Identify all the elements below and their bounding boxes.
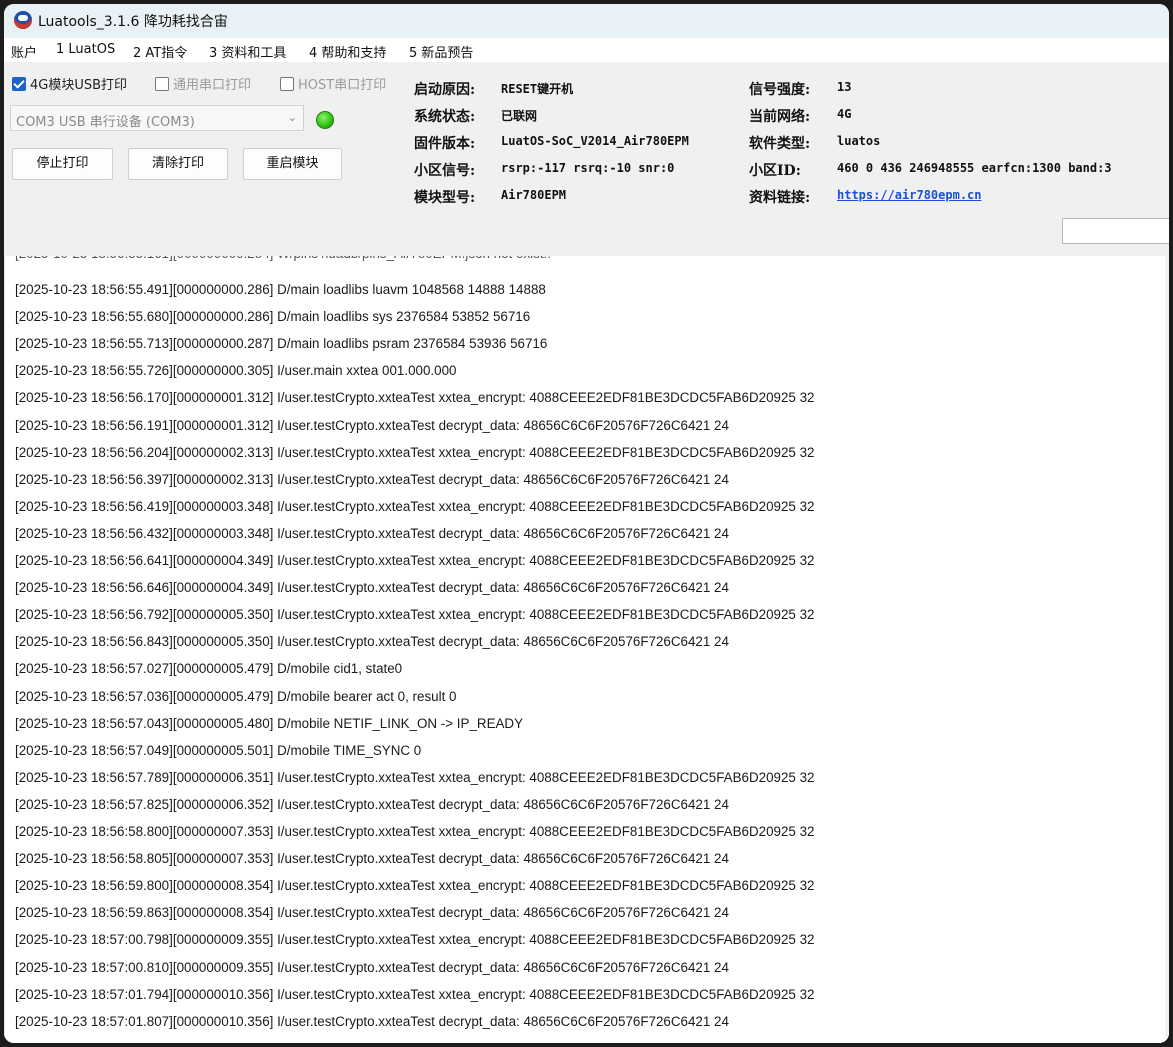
menu-at-commands[interactable]: 2 AT指令 [133,42,187,61]
log-line: [2025-10-23 18:56:56.641][000000004.349]… [15,553,815,568]
log-line: [2025-10-23 18:56:57.036][000000005.479]… [15,688,457,704]
current-network-label: 当前网络: [749,109,811,125]
log-line: [2025-10-23 18:56:56.419][000000003.348]… [15,498,815,514]
log-line: [2025-10-23 18:56:56.191][000000001.312]… [15,417,729,433]
cell-id-value: 460 0 436 246948555 earfcn:1300 band:3 [837,161,1112,175]
control-panel: 4G模块USB打印 通用串口打印 HOST串口打印 COM3 USB 串行设备 … [4,62,1169,314]
filter-input[interactable] [1062,218,1169,244]
firmware-value: LuatOS-SoC_V2014_Air780EPM [501,134,689,148]
log-line: [2025-10-23 18:56:58.800][000000007.353]… [15,824,815,839]
log-line: [2025-10-23 18:56:57.789][000000006.351]… [15,769,815,785]
usb-print-label: 4G模块USB打印 [30,78,128,93]
current-network-value: 4G [837,107,852,121]
log-line: [2025-10-23 18:56:59.800][000000008.354]… [15,878,815,894]
stop-print-button[interactable]: 停止打印 [12,148,113,180]
checkbox-checked-icon [12,76,26,91]
docs-link-label: 资料链接: [749,190,811,206]
log-line: [2025-10-23 18:56:57.825][000000006.352]… [15,796,729,812]
host-print-label: HOST串口打印 [298,78,387,93]
port-select[interactable]: COM3 USB 串行设备 (COM3) ⌄ [10,105,304,131]
log-line: [2025-10-23 18:57:01.807][000000010.356]… [15,1013,729,1029]
log-line: [2025-10-23 18:57:00.810][000000009.355]… [15,959,729,975]
scrollbar-track[interactable] [1165,256,1169,1043]
log-line: [2025-10-23 18:56:58.805][000000007.353]… [15,851,729,867]
log-line: [2025-10-23 18:57:01.794][000000010.356]… [15,986,815,1002]
log-line-partial: [2025-10-23 18:56:55.161][000000000.284]… [15,256,551,261]
menu-help-support[interactable]: 4 帮助和支持 [309,42,386,61]
log-line: [2025-10-23 18:56:56.204][000000002.313]… [15,444,815,460]
signal-strength-value: 13 [837,80,852,94]
log-line: [2025-10-23 18:56:55.680][000000000.286]… [15,309,531,325]
serial-print-checkbox[interactable]: 通用串口打印 [155,74,251,93]
boot-reason-value: RESET键开机 [501,82,574,96]
chevron-down-icon: ⌄ [287,111,297,124]
signal-strength-label: 信号强度: [749,82,811,98]
usb-print-checkbox[interactable]: 4G模块USB打印 [12,74,127,93]
cell-signal-value: rsrp:-117 rsrq:-10 snr:0 [501,161,675,175]
log-line: [2025-10-23 18:56:56.843][000000005.350]… [15,634,729,650]
checkbox-unchecked-icon [155,76,169,91]
host-print-checkbox[interactable]: HOST串口打印 [280,74,386,93]
log-line: [2025-10-23 18:56:57.043][000000005.480]… [15,715,524,731]
log-line: [2025-10-23 18:56:55.726][000000000.305]… [15,363,457,379]
log-line: [2025-10-23 18:56:57.049][000000005.501]… [15,742,422,758]
boot-reason-label: 启动原因: [414,82,476,98]
log-line: [2025-10-23 18:57:00.798][000000009.355]… [15,932,815,948]
log-line: [2025-10-23 18:56:56.432][000000003.348]… [15,525,729,541]
window-title: Luatools_3.1.6 降功耗找合宙 [38,14,228,30]
menu-account[interactable]: 账户 [11,42,37,61]
checkbox-unchecked-icon [280,76,294,91]
system-state-label: 系统状态: [414,109,476,125]
menu-luatos[interactable]: 1 LuatOS [56,42,115,57]
log-line: [2025-10-23 18:56:56.792][000000005.350]… [15,607,815,623]
log-line: [2025-10-23 18:56:55.713][000000000.287]… [15,336,548,352]
title-bar: Luatools_3.1.6 降功耗找合宙 [4,4,1169,38]
docs-link[interactable]: https://air780epm.cn [837,188,982,202]
connection-status-led-icon [316,111,334,129]
log-line: [2025-10-23 18:56:56.646][000000004.349]… [15,580,729,596]
serial-print-label: 通用串口打印 [173,78,252,93]
module-model-label: 模块型号: [414,190,476,206]
port-select-value: COM3 USB 串行设备 (COM3) [16,115,195,130]
log-output[interactable]: [2025-10-23 18:56:55.161][000000000.284]… [4,256,1169,1043]
luatools-logo-icon [14,11,32,29]
firmware-label: 固件版本: [414,136,476,152]
system-state-value: 已联网 [501,109,538,123]
clear-print-button[interactable]: 清除打印 [128,148,228,180]
menu-bar: 账户 1 LuatOS 2 AT指令 3 资料和工具 4 帮助和支持 5 新品预… [4,38,1169,62]
menu-new-products[interactable]: 5 新品预告 [409,42,473,61]
log-line: [2025-10-23 18:56:57.027][000000005.479]… [15,661,403,677]
restart-module-button[interactable]: 重启模块 [243,148,342,180]
cell-signal-label: 小区信号: [414,163,476,179]
log-line: [2025-10-23 18:56:56.170][000000001.312]… [15,390,815,406]
cell-id-label: 小区ID: [749,163,801,179]
luatools-window: Luatools_3.1.6 降功耗找合宙 账户 1 LuatOS 2 AT指令… [4,4,1169,1043]
log-line: [2025-10-23 18:56:59.863][000000008.354]… [15,905,729,921]
module-model-value: Air780EPM [501,188,567,202]
menu-resources-tools[interactable]: 3 资料和工具 [209,42,286,61]
software-type-label: 软件类型: [749,136,811,152]
software-type-value: luatos [837,134,881,148]
log-line: [2025-10-23 18:56:56.397][000000002.313]… [15,471,729,487]
log-line: [2025-10-23 18:56:55.491][000000000.286]… [15,282,546,297]
